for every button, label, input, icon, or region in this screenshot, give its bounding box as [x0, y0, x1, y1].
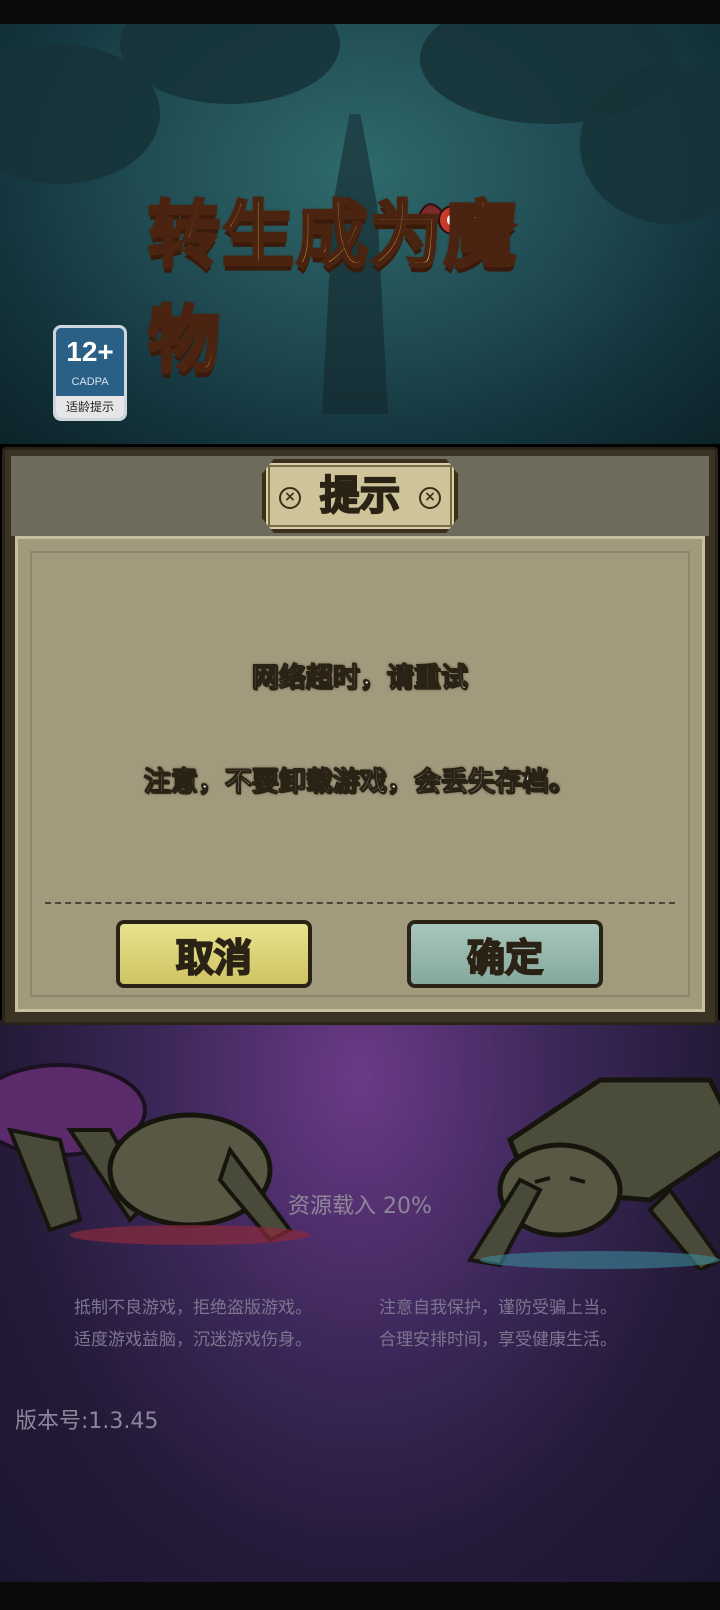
game-screen: 转生成为魔物 12+ CADPA 适龄提示 资源载入 20% 抵制不良游戏，拒绝… [0, 0, 720, 1610]
health-notice-line: 抵制不良游戏，拒绝盗版游戏。 [74, 1298, 312, 1318]
health-notice-line: 注意自我保护，谨防受骗上当。 [379, 1298, 617, 1318]
dialog-divider [45, 902, 675, 904]
confirm-button-label: 确定 [466, 935, 544, 981]
age-rating-badge: 12+ CADPA 适龄提示 [53, 325, 127, 421]
dialog-message-warning: 注意，不要卸载游戏，会丢失存档。 [144, 767, 577, 799]
cancel-button[interactable]: 取消 [116, 920, 312, 988]
age-rating-org: CADPA [71, 376, 109, 388]
confirm-button[interactable]: 确定 [407, 920, 603, 988]
spider-monster-left [0, 1063, 310, 1245]
health-notice-line: 适度游戏益脑，沉迷游戏伤身。 [74, 1330, 312, 1350]
health-notice-right: 注意自我保护，谨防受骗上当。 合理安排时间，享受健康生活。 [379, 1292, 617, 1356]
x-ornament-icon: × [419, 487, 441, 509]
dialog-message-timeout: 网络超时，请重试 [252, 663, 469, 695]
version-label: 版本号:1.3.45 [15, 1409, 159, 1434]
age-rating-number: 12+ [66, 336, 114, 367]
status-bar [0, 0, 720, 24]
alert-dialog [2, 447, 718, 1025]
game-logo: 转生成为魔物 [147, 192, 558, 384]
health-notice-left: 抵制不良游戏，拒绝盗版游戏。 适度游戏益脑，沉迷游戏伤身。 [74, 1292, 312, 1356]
health-notice-line: 合理安排时间，享受健康生活。 [379, 1330, 617, 1350]
cancel-button-label: 取消 [175, 935, 253, 981]
loading-progress-text: 资源载入 20% [288, 1194, 432, 1219]
game-title: 转生成为魔物 [147, 192, 519, 384]
navigation-bar [0, 1582, 720, 1610]
age-rating-tip: 适龄提示 [56, 396, 124, 418]
x-ornament-icon: × [279, 487, 301, 509]
spider-monster-right [466, 1077, 720, 1270]
